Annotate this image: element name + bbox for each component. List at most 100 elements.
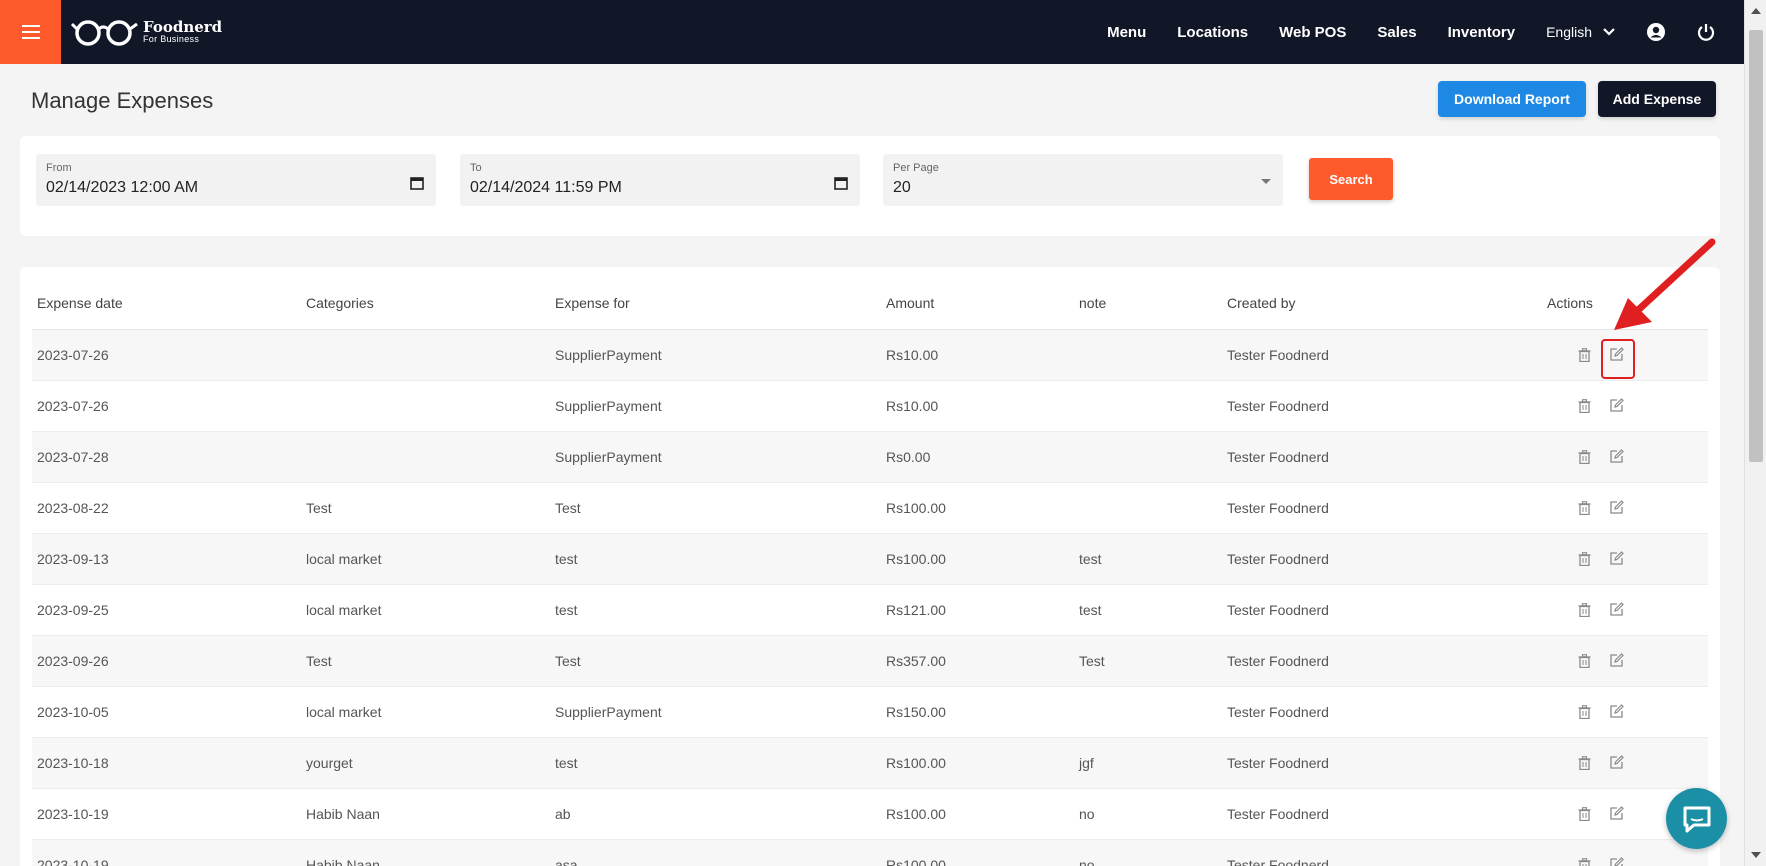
edit-icon[interactable] xyxy=(1609,551,1624,566)
nav-item-inventory[interactable]: Inventory xyxy=(1448,24,1516,41)
cell-actions xyxy=(1542,482,1708,534)
cell-expense-for: asa xyxy=(550,839,881,866)
cell-created-by: Tester Foodnerd xyxy=(1222,635,1542,687)
scroll-up-icon[interactable] xyxy=(1751,8,1761,14)
cell-category: Test xyxy=(301,635,550,687)
cell-expense-date: 2023-07-28 xyxy=(32,431,301,483)
expenses-table-card: Expense date Categories Expense for Amou… xyxy=(20,267,1720,866)
trash-icon[interactable] xyxy=(1578,347,1591,362)
cell-expense-for: test xyxy=(550,584,881,636)
page-title: Manage Expenses xyxy=(31,88,214,113)
edit-icon[interactable] xyxy=(1601,339,1635,379)
nav-item-sales[interactable]: Sales xyxy=(1377,24,1416,41)
per-page-select[interactable]: Per Page 20 xyxy=(883,154,1283,206)
chat-widget-button[interactable] xyxy=(1666,788,1727,849)
cell-expense-date: 2023-09-13 xyxy=(32,533,301,585)
edit-icon[interactable] xyxy=(1609,704,1624,719)
trash-icon[interactable] xyxy=(1578,755,1591,770)
from-value: 02/14/2023 12:00 AM xyxy=(46,179,199,196)
cell-expense-for: SupplierPayment xyxy=(550,431,881,483)
calendar-icon[interactable] xyxy=(410,176,424,190)
language-select[interactable]: English xyxy=(1546,24,1616,40)
trash-icon[interactable] xyxy=(1578,398,1591,413)
cell-amount: Rs100.00 xyxy=(881,839,1074,866)
cell-amount: Rs121.00 xyxy=(881,584,1074,636)
trash-icon[interactable] xyxy=(1578,500,1591,515)
download-report-button[interactable]: Download Report xyxy=(1438,81,1586,117)
filter-panel: From 02/14/2023 12:00 AM To 02/14/2024 1… xyxy=(20,136,1720,236)
cell-note: no xyxy=(1074,788,1222,840)
search-button[interactable]: Search xyxy=(1309,158,1393,200)
trash-icon[interactable] xyxy=(1578,806,1591,821)
cell-note xyxy=(1074,686,1222,738)
trash-icon[interactable] xyxy=(1578,449,1591,464)
edit-icon[interactable] xyxy=(1609,653,1624,668)
chat-bubble-icon xyxy=(1683,806,1710,832)
cell-amount: Rs10.00 xyxy=(881,329,1074,381)
to-value: 02/14/2024 11:59 PM xyxy=(470,179,622,196)
menu-icon xyxy=(21,23,40,41)
trash-icon[interactable] xyxy=(1578,857,1591,866)
brand-logo[interactable]: Foodnerd For Business xyxy=(71,16,222,48)
calendar-icon[interactable] xyxy=(834,176,848,190)
table-row: 2023-07-26 SupplierPayment Rs10.00 Tester F… xyxy=(32,329,1708,381)
col-categories: Categories xyxy=(301,277,550,330)
edit-icon[interactable] xyxy=(1609,500,1624,515)
cell-actions xyxy=(1542,737,1708,789)
main-nav: Menu Locations Web POS Sales Inventory E… xyxy=(1076,0,1716,64)
cell-expense-for: test xyxy=(550,737,881,789)
cell-actions xyxy=(1542,380,1708,432)
cell-expense-date: 2023-10-18 xyxy=(32,737,301,789)
cell-category xyxy=(301,329,550,381)
cell-category xyxy=(301,431,550,483)
edit-icon[interactable] xyxy=(1609,755,1624,770)
trash-icon[interactable] xyxy=(1578,551,1591,566)
cell-expense-date: 2023-07-26 xyxy=(32,329,301,381)
table-row: 2023-09-25 local market test Rs121.00 test Te… xyxy=(32,584,1708,636)
cell-note xyxy=(1074,329,1222,381)
cell-note xyxy=(1074,380,1222,432)
account-icon[interactable] xyxy=(1646,22,1666,42)
edit-icon[interactable] xyxy=(1609,449,1624,464)
add-expense-button[interactable]: Add Expense xyxy=(1598,81,1716,117)
power-icon[interactable] xyxy=(1696,22,1716,42)
trash-icon[interactable] xyxy=(1578,653,1591,668)
edit-icon[interactable] xyxy=(1609,857,1624,866)
per-page-value: 20 xyxy=(893,179,911,196)
trash-icon[interactable] xyxy=(1578,602,1591,617)
to-label: To xyxy=(470,162,482,174)
nav-item-locations[interactable]: Locations xyxy=(1177,24,1248,41)
col-amount: Amount xyxy=(881,277,1074,330)
cell-note: Test xyxy=(1074,635,1222,687)
cell-created-by: Tester Foodnerd xyxy=(1222,533,1542,585)
scroll-down-icon[interactable] xyxy=(1751,852,1761,858)
nav-item-menu[interactable]: Menu xyxy=(1107,24,1146,41)
edit-icon[interactable] xyxy=(1609,602,1624,617)
cell-expense-for: SupplierPayment xyxy=(550,380,881,432)
cell-created-by: Tester Foodnerd xyxy=(1222,584,1542,636)
edit-icon[interactable] xyxy=(1609,398,1624,413)
from-date-field[interactable]: From 02/14/2023 12:00 AM xyxy=(36,154,436,206)
per-page-label: Per Page xyxy=(893,162,939,174)
cell-expense-for: test xyxy=(550,533,881,585)
cell-expense-date: 2023-07-26 xyxy=(32,380,301,432)
cell-category xyxy=(301,380,550,432)
to-date-field[interactable]: To 02/14/2024 11:59 PM xyxy=(460,154,860,206)
scroll-thumb[interactable] xyxy=(1749,30,1763,462)
cell-category: local market xyxy=(301,686,550,738)
edit-icon[interactable] xyxy=(1609,806,1624,821)
cell-note: test xyxy=(1074,533,1222,585)
cell-category: Habib Naan xyxy=(301,788,550,840)
table-row: 2023-10-18 yourget test Rs100.00 jgf Tester F… xyxy=(32,737,1708,789)
page-scrollbar[interactable] xyxy=(1744,0,1766,866)
hamburger-menu-button[interactable] xyxy=(0,0,61,64)
cell-created-by: Tester Foodnerd xyxy=(1222,788,1542,840)
cell-expense-date: 2023-09-25 xyxy=(32,584,301,636)
dropdown-arrow-icon xyxy=(1261,179,1271,184)
table-row: 2023-07-26 SupplierPayment Rs10.00 Tester F… xyxy=(32,380,1708,432)
nav-item-web-pos[interactable]: Web POS xyxy=(1279,24,1346,41)
cell-created-by: Tester Foodnerd xyxy=(1222,839,1542,866)
cell-created-by: Tester Foodnerd xyxy=(1222,380,1542,432)
table-row: 2023-10-05 local market SupplierPayment Rs1… xyxy=(32,686,1708,738)
trash-icon[interactable] xyxy=(1578,704,1591,719)
